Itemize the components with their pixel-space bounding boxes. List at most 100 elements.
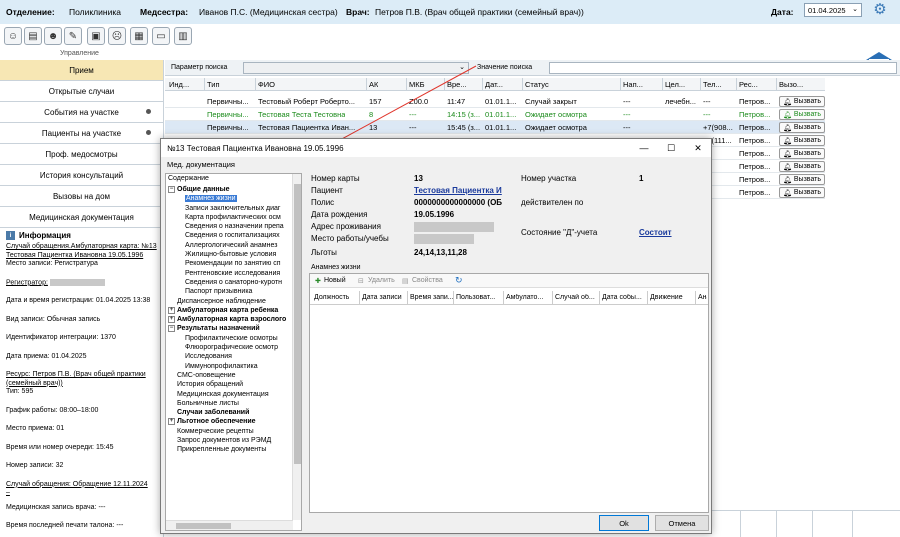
anamnez-column-header[interactable]: Время запи...: [410, 294, 453, 301]
column-header[interactable]: Рес...: [739, 80, 758, 89]
new-button[interactable]: Новый: [324, 277, 346, 284]
column-separator[interactable]: [662, 78, 663, 91]
call-button[interactable]: 🔔︎ Вызвать: [779, 187, 826, 198]
tree-node[interactable]: Записи заключительных диаг: [168, 204, 292, 213]
scroll-thumb[interactable]: [294, 184, 301, 464]
tree-node[interactable]: Запрос документов из РЭМД: [168, 436, 292, 445]
column-separator[interactable]: [522, 78, 523, 91]
tree-node[interactable]: Карта профилактических осм: [168, 213, 292, 222]
anamnez-column-header[interactable]: Ана: [698, 294, 707, 301]
column-separator[interactable]: [407, 291, 408, 305]
column-separator[interactable]: [366, 78, 367, 91]
cancel-button[interactable]: Отмена: [655, 515, 709, 531]
date-select[interactable]: 01.04.2025 ⌄: [804, 3, 862, 17]
tree-node[interactable]: Паспорт призывника: [168, 287, 292, 296]
column-separator[interactable]: [776, 78, 777, 91]
patient-link[interactable]: Тестовая Пациентка И: [414, 186, 502, 195]
call-button[interactable]: 🔔︎ Вызвать: [779, 174, 826, 185]
column-header[interactable]: Цел...: [665, 80, 685, 89]
column-header[interactable]: Инд...: [169, 80, 189, 89]
tree-node[interactable]: Сведения о санаторно-куротн: [168, 278, 292, 287]
column-separator[interactable]: [700, 78, 701, 91]
search-value-input[interactable]: [549, 62, 897, 74]
column-separator[interactable]: [255, 78, 256, 91]
dialog-titlebar[interactable]: №13 Тестовая Пациентка Ивановна 19.05.19…: [161, 139, 711, 157]
column-header[interactable]: МКБ: [409, 80, 425, 89]
call-button[interactable]: 🔔︎ Вызвать: [779, 122, 826, 133]
tree-node[interactable]: + Амбулаторная карта взрослого: [168, 315, 292, 324]
tree-node[interactable]: Случаи заболеваний: [168, 408, 292, 417]
tree-node[interactable]: Аллергологический анамнез: [168, 241, 292, 250]
new-icon[interactable]: ✚: [315, 277, 321, 285]
column-separator[interactable]: [647, 291, 648, 305]
tree-node[interactable]: Сведения о госпитализациях: [168, 231, 292, 240]
tree-node[interactable]: Больничные листы: [168, 399, 292, 408]
anamnez-column-header[interactable]: Должность: [314, 294, 349, 301]
nav-item-home-calls[interactable]: Вызовы на дом: [0, 186, 163, 207]
column-header[interactable]: Тел...: [703, 80, 722, 89]
anamnez-column-header[interactable]: Амбулато...: [506, 294, 543, 301]
column-separator[interactable]: [503, 291, 504, 305]
tree-node[interactable]: − Результаты назначений: [168, 324, 292, 333]
column-header[interactable]: Дат...: [485, 80, 503, 89]
nav-item-open-cases[interactable]: Открытые случаи: [0, 81, 163, 102]
column-separator[interactable]: [406, 78, 407, 91]
info-header[interactable]: i Информация: [0, 228, 163, 243]
anamnez-column-header[interactable]: Дата записи: [362, 294, 402, 301]
collapse-icon[interactable]: −: [168, 325, 175, 333]
column-separator[interactable]: [359, 291, 360, 305]
expand-icon[interactable]: +: [168, 315, 175, 323]
patient-card-icon[interactable]: ▣: [87, 27, 105, 45]
table-row[interactable]: Первичны... Тестовая Пациентка Иван... 13 -…: [165, 121, 826, 134]
tree-node[interactable]: СМС-оповещение: [168, 371, 292, 380]
nav-item-consult-history[interactable]: История консультаций: [0, 165, 163, 186]
refresh-icon[interactable]: ↻: [455, 275, 463, 286]
close-icon[interactable]: ✕: [691, 141, 705, 155]
anamnez-column-header[interactable]: Дата собы...: [602, 294, 642, 301]
nav-item-district-events[interactable]: События на участке: [0, 102, 163, 123]
nav-item-reception[interactable]: Прием: [0, 60, 163, 81]
tree-node[interactable]: Коммерческие рецепты: [168, 427, 292, 436]
nav-item-checkups[interactable]: Проф. медосмотры: [0, 144, 163, 165]
call-button[interactable]: 🔔︎ Вызвать: [779, 148, 826, 159]
archive-icon[interactable]: ▭: [152, 27, 170, 45]
case-link[interactable]: Случай обращения.Амбулаторная карта: №13…: [6, 243, 157, 260]
tree-node[interactable]: + Льготное обеспечение: [168, 417, 292, 426]
tree-node[interactable]: Рекомендации по занятию сп: [168, 259, 292, 268]
scroll-thumb[interactable]: [176, 523, 231, 529]
call-button[interactable]: 🔔︎ Вызвать: [779, 161, 826, 172]
expand-icon[interactable]: +: [168, 306, 175, 314]
gear-icon[interactable]: ⚙: [872, 2, 888, 18]
column-separator[interactable]: [482, 78, 483, 91]
tree-node[interactable]: Прикрепленные документы: [168, 445, 292, 454]
call-button[interactable]: 🔔︎ Вызвать: [779, 96, 826, 107]
tree-node[interactable]: Иммунопрофилактика: [168, 362, 292, 371]
column-separator[interactable]: [453, 291, 454, 305]
column-separator[interactable]: [736, 78, 737, 91]
user-add-icon[interactable]: ☺: [4, 27, 22, 45]
column-header[interactable]: Вре...: [447, 80, 467, 89]
column-separator[interactable]: [695, 291, 696, 305]
column-separator[interactable]: [620, 78, 621, 91]
tree-node[interactable]: + Амбулаторная карта ребенка: [168, 306, 292, 315]
user-remove-icon[interactable]: ☹: [108, 27, 126, 45]
tree-node[interactable]: Флюорографические осмотр: [168, 343, 292, 352]
document-icon[interactable]: ▤: [24, 27, 42, 45]
column-header[interactable]: ФИО: [258, 80, 275, 89]
column-separator[interactable]: [599, 291, 600, 305]
column-header[interactable]: Вызо...: [779, 80, 803, 89]
tree-node[interactable]: Сведения о назначении препа: [168, 222, 292, 231]
users-icon[interactable]: ☻: [44, 27, 62, 45]
column-separator[interactable]: [552, 291, 553, 305]
report-icon[interactable]: ▥: [174, 27, 192, 45]
tree-node[interactable]: − Общие данные: [168, 185, 292, 194]
tree-vertical-scrollbar[interactable]: [292, 174, 301, 520]
call-button[interactable]: 🔔︎ Вызвать: [779, 109, 826, 120]
tree-node[interactable]: Рентгеновские исследования: [168, 269, 292, 278]
minimize-icon[interactable]: —: [637, 141, 651, 155]
delete-icon[interactable]: ⊟: [358, 277, 364, 285]
ok-button[interactable]: Ok: [599, 515, 649, 531]
d-status-link[interactable]: Состоит: [639, 228, 672, 237]
tree-node[interactable]: Медицинская документация: [168, 390, 292, 399]
column-separator[interactable]: [204, 78, 205, 91]
